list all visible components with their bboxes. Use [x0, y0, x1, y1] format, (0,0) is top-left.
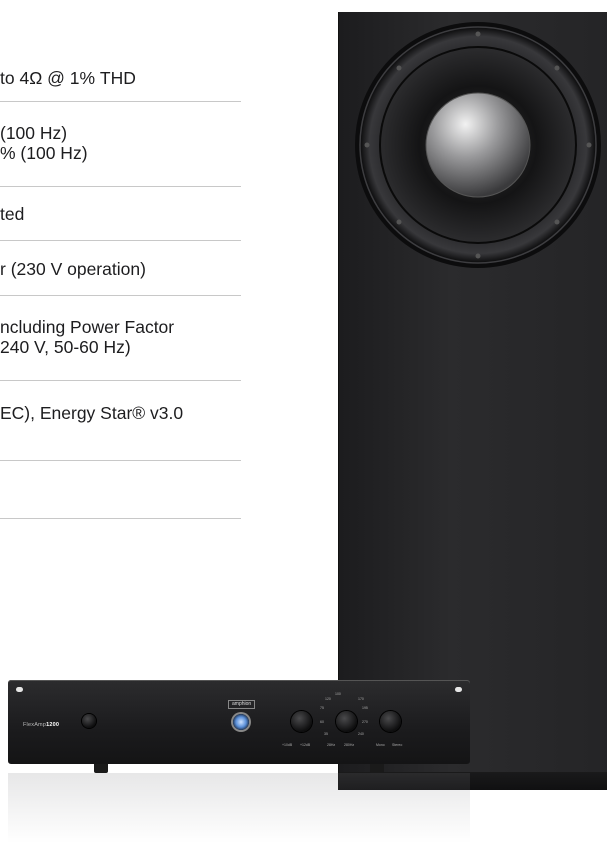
amp-model-label: FlexAmp1200 [23, 722, 60, 728]
amp-foot [94, 764, 108, 773]
spec-value-rated: ted [0, 204, 25, 224]
mode-label-stereo: Stereo [392, 743, 403, 747]
woofer-driver-icon [355, 22, 601, 268]
spec-value-power: to 4Ω @ 1% THD [0, 68, 136, 88]
spec-divider [0, 380, 241, 381]
power-led-icon [233, 714, 249, 730]
crossover-knob [336, 711, 357, 732]
spec-divider [0, 295, 241, 296]
spec-divider [0, 240, 241, 241]
freq-mark: 120 [325, 697, 331, 701]
amp-reflection [8, 773, 470, 843]
spec-value-energy-star: EC), Energy Star® v3.0 [0, 403, 184, 423]
spec-value-thd-line2: % (100 Hz) [0, 143, 88, 163]
freq-mark: 170 [358, 697, 364, 701]
power-switch-icon [82, 714, 96, 728]
spec-value-thd-line1: (100 Hz) [0, 123, 68, 143]
rack-hole [16, 687, 23, 692]
freq-mark: 60 [320, 720, 324, 724]
mode-label-mono: Mono [376, 743, 385, 747]
spec-divider [0, 518, 241, 519]
freq-mark: 195 [362, 706, 368, 710]
gain-label-min: +10dB [282, 743, 293, 747]
spec-value-power-factor-line2: 240 V, 50-60 Hz) [0, 337, 131, 357]
spec-value-operation: r (230 V operation) [0, 259, 146, 279]
spec-divider [0, 460, 241, 461]
subwoofer-image [338, 12, 607, 790]
freq-mark: 240 [358, 732, 364, 736]
mode-knob [380, 711, 401, 732]
freq-mark: 75 [320, 706, 324, 710]
amp-foot [370, 764, 384, 773]
gain-knob [291, 711, 312, 732]
freq-mark: 100 [335, 692, 341, 696]
crossover-label-min: 28Hz [327, 743, 336, 747]
amplifier-image: FlexAmp1200 amphion +10dB +12dB 100 120 … [8, 680, 470, 764]
freq-mark: 35 [324, 732, 328, 736]
spec-divider [0, 101, 241, 102]
spec-value-power-factor-line1: ncluding Power Factor [0, 317, 175, 337]
spec-divider [0, 186, 241, 187]
freq-mark: 270 [362, 720, 368, 724]
crossover-label-max: 280Hz [344, 743, 355, 747]
brand-badge: amphion [228, 700, 256, 709]
gain-label-max: +12dB [300, 743, 311, 747]
rack-hole [455, 687, 462, 692]
